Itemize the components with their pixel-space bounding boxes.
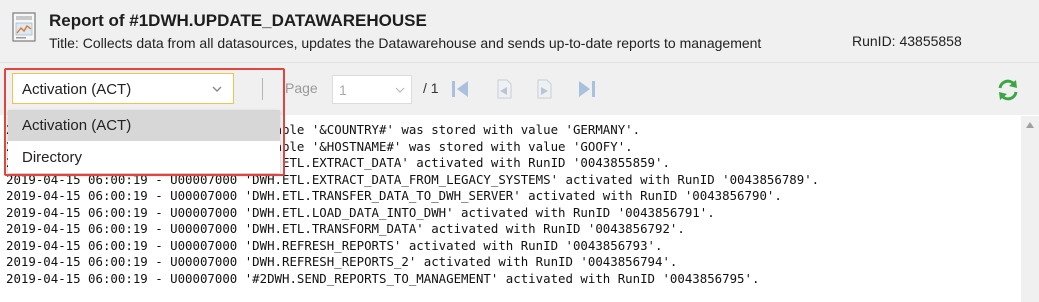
dropdown-option-directory[interactable]: Directory: [8, 142, 280, 173]
dropdown-option-activation[interactable]: Activation (ACT): [8, 110, 280, 141]
log-line: 2019-04-15 06:00:19 - U00007000 'DWH.ETL…: [6, 172, 820, 187]
view-select-value: Activation (ACT): [22, 81, 132, 98]
toolbar-separator: [262, 78, 263, 100]
log-line: 2019-04-15 06:00:19 - U00007000 'DWH.ETL…: [6, 205, 715, 220]
chevron-down-icon: [395, 87, 405, 93]
report-header: Report of #1DWH.UPDATE_DATAWAREHOUSE Tit…: [0, 0, 1039, 63]
vertical-scrollbar[interactable]: [1021, 116, 1039, 302]
chevron-down-icon: [212, 86, 222, 92]
log-line: 2019-04-15 06:00:19 - U00007000 'DWH.REF…: [6, 254, 678, 269]
last-page-icon[interactable]: [576, 78, 598, 100]
log-line: 2019-04-15 06:00:19 - U00007000 'DWH.ETL…: [6, 188, 782, 203]
page-total: / 1: [423, 80, 439, 96]
log-line: 2019-04-15 06:00:19 - U00007000 'DWH.REF…: [6, 238, 663, 253]
log-line: 2019-04-15 06:00:19 - U00007000 'DWH.ETL…: [6, 221, 685, 236]
view-select[interactable]: Activation (ACT): [12, 73, 234, 104]
runid-label: RunID: 43855858: [852, 33, 962, 49]
report-document-icon: [12, 12, 36, 42]
scroll-up-arrow-icon[interactable]: [1025, 121, 1035, 129]
page-number-select[interactable]: 1: [332, 75, 412, 104]
report-subtitle: Title: Collects data from all datasource…: [49, 35, 762, 51]
report-title: Report of #1DWH.UPDATE_DATAWAREHOUSE: [49, 11, 427, 30]
previous-page-icon[interactable]: [493, 78, 515, 100]
log-line: 2019-04-15 06:00:19 - U00007000 '#2DWH.S…: [6, 271, 760, 286]
page-label: Page: [285, 80, 318, 96]
refresh-icon[interactable]: [996, 78, 1020, 102]
first-page-icon[interactable]: [449, 78, 471, 100]
page-number-value: 1: [339, 82, 347, 98]
view-select-dropdown: Activation (ACT) Directory: [8, 110, 280, 173]
next-page-icon[interactable]: [533, 78, 555, 100]
